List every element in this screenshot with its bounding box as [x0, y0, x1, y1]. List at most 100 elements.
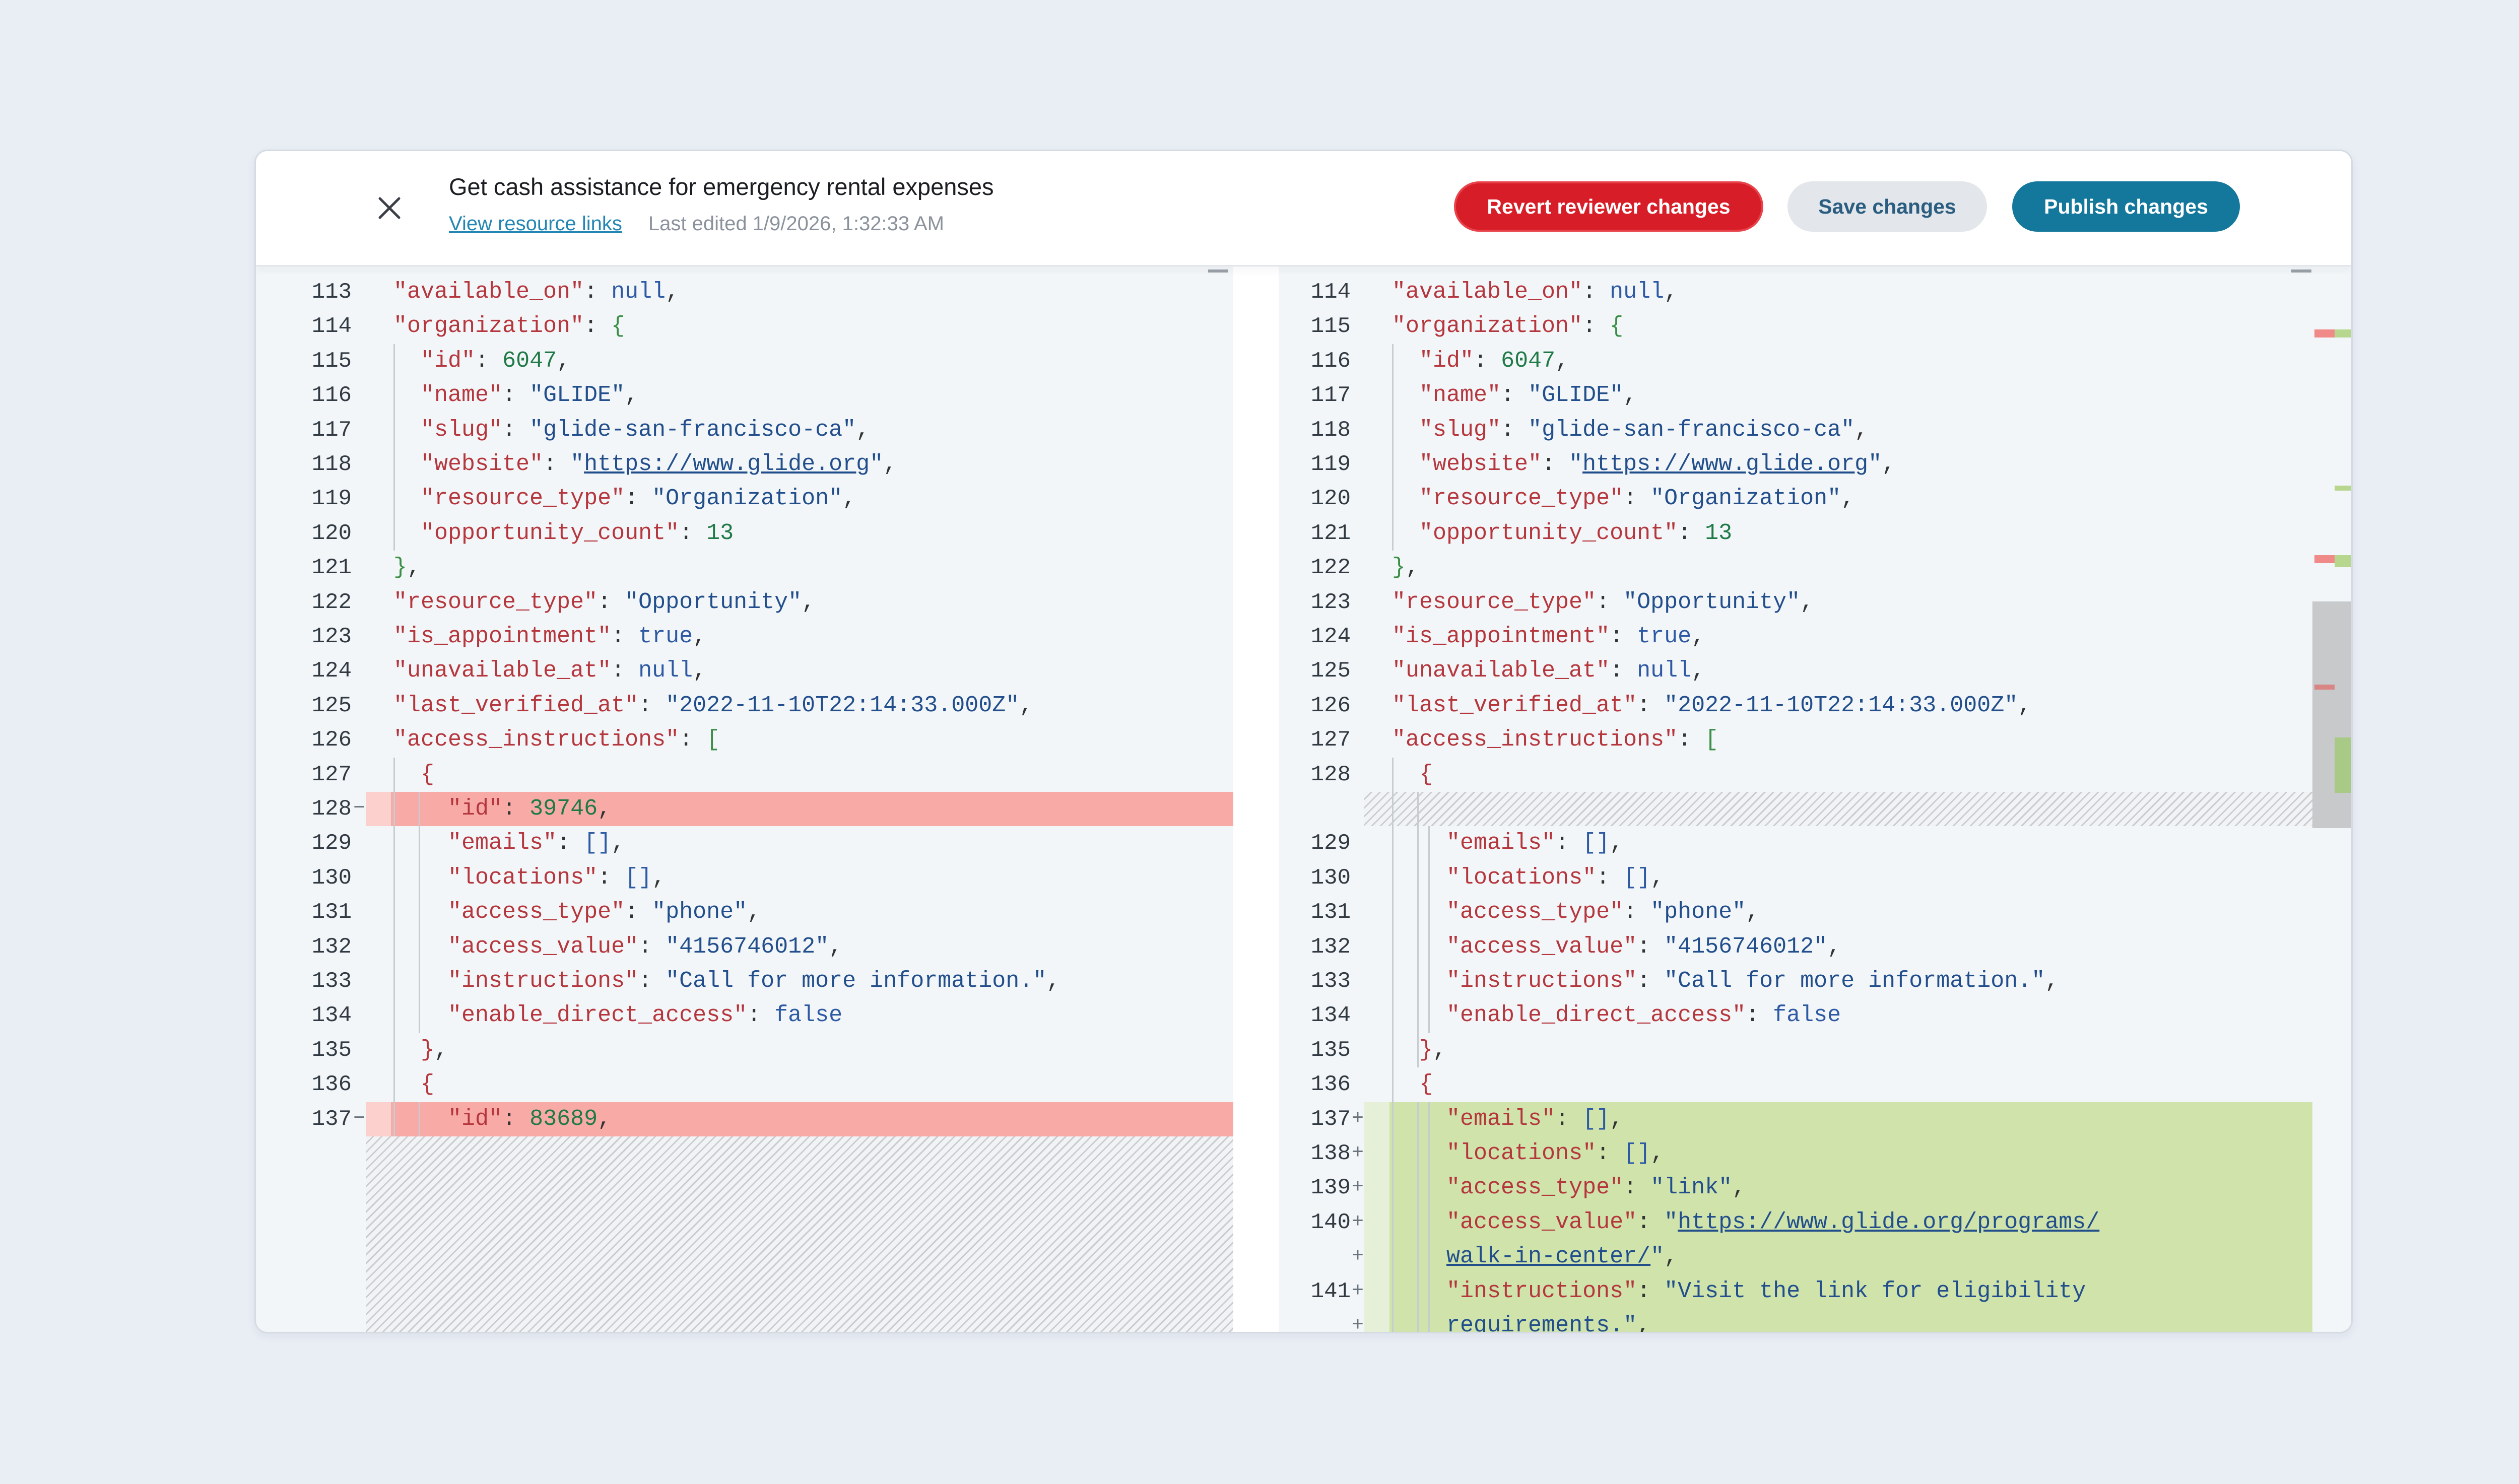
code-line[interactable]: "enable_direct_access": false: [393, 998, 842, 1033]
code-line[interactable]: "opportunity_count": 13: [1392, 516, 1732, 551]
code-line[interactable]: "available_on": null,: [393, 275, 679, 309]
code-line[interactable]: "instructions": "Call for more informati…: [393, 964, 1060, 998]
code-line[interactable]: "access_type": "phone",: [1392, 895, 1759, 929]
code-token: ,: [598, 796, 612, 822]
code-line[interactable]: "is_appointment": true,: [393, 620, 706, 654]
code-token: "Opportunity": [1623, 589, 1801, 615]
code-line[interactable]: "enable_direct_access": false: [1392, 998, 1841, 1033]
code-line[interactable]: "access_value": "4156746012",: [393, 930, 842, 964]
publish-changes-button[interactable]: Publish changes: [2012, 181, 2240, 232]
indent-guide: [393, 344, 395, 551]
code-line[interactable]: "emails": [],: [1392, 826, 1623, 860]
line-number: 125: [311, 693, 352, 718]
code-line[interactable]: "instructions": "Call for more informati…: [1392, 964, 2059, 998]
code-line[interactable]: "organization": {: [393, 309, 625, 344]
code-line[interactable]: "unavailable_at": null,: [1392, 654, 1705, 688]
code-line[interactable]: {: [1392, 758, 1433, 792]
code-line[interactable]: "access_instructions": [: [1392, 723, 1718, 757]
line-number: 128: [1310, 762, 1351, 787]
code-token: :: [1596, 864, 1624, 891]
original-code-pane[interactable]: 113 "available_on": null, 114 "organization…: [256, 266, 1233, 1332]
code-token: :: [1637, 968, 1665, 994]
url-link[interactable]: https://www.glide.org/programs/: [1678, 1209, 2099, 1235]
overview-scroll-thumb[interactable]: [2312, 601, 2351, 828]
code-line[interactable]: "access_instructions": [: [393, 723, 720, 757]
code-line[interactable]: {: [393, 758, 434, 792]
modified-code-pane[interactable]: 114 "available_on": null, 115 "organization…: [1279, 266, 2351, 1332]
code-line[interactable]: "id": 39746,: [393, 792, 611, 826]
code-line[interactable]: "is_appointment": true,: [1392, 620, 1705, 654]
code-line[interactable]: {: [1392, 1067, 1433, 1102]
url-link[interactable]: https://www.glide.org: [584, 451, 870, 477]
code-line[interactable]: "website": "https://www.glide.org",: [1392, 447, 1895, 482]
code-line[interactable]: },: [393, 551, 421, 585]
code-line[interactable]: "id": 6047,: [1392, 344, 1569, 378]
code-line[interactable]: "last_verified_at": "2022-11-10T22:14:33…: [1392, 689, 2031, 723]
code-token: ,: [1691, 658, 1705, 684]
code-line[interactable]: "access_type": "phone",: [393, 895, 761, 929]
scroll-indicator[interactable]: [1208, 269, 1228, 273]
indent-guide: [1417, 792, 1419, 1068]
line-number: 131: [1310, 900, 1351, 925]
code-token: ,: [1732, 1175, 1746, 1201]
view-resource-links-link[interactable]: View resource links: [449, 213, 622, 235]
pane-divider: [1233, 266, 1279, 1332]
code-line[interactable]: "locations": [],: [1392, 861, 1664, 895]
diff-overview-ruler[interactable]: [2312, 266, 2351, 1332]
code-line[interactable]: "access_value": "4156746012",: [1392, 930, 1841, 964]
code-line[interactable]: "website": "https://www.glide.org",: [393, 447, 897, 482]
code-line[interactable]: "id": 83689,: [393, 1102, 611, 1136]
code-line[interactable]: "name": "GLIDE",: [393, 378, 638, 413]
diff-gutter-cell: [1364, 1102, 1389, 1136]
scroll-indicator[interactable]: [2291, 269, 2311, 273]
code-token: 39746: [529, 796, 598, 822]
code-line[interactable]: "name": "GLIDE",: [1392, 378, 1637, 413]
code-token: "organization": [1392, 313, 1583, 340]
revert-reviewer-changes-button[interactable]: Revert reviewer changes: [1454, 181, 1763, 232]
code-line[interactable]: "emails": [],: [1392, 1102, 1623, 1136]
addition-marker: +: [1352, 1142, 1364, 1165]
overview-deletion-mark: [2314, 329, 2335, 338]
code-line[interactable]: "available_on": null,: [1392, 275, 1678, 309]
code-token: "access_value": [1446, 933, 1637, 960]
code-line[interactable]: "locations": [],: [1392, 1136, 1664, 1171]
code-line[interactable]: "resource_type": "Opportunity",: [1392, 585, 1814, 620]
code-line[interactable]: "last_verified_at": "2022-11-10T22:14:33…: [393, 689, 1033, 723]
code-line[interactable]: "access_value": "https://www.glide.org/p…: [1392, 1205, 2099, 1240]
code-line[interactable]: },: [1392, 551, 1419, 585]
code-token: "resource_type": [1392, 589, 1597, 615]
code-token: :: [502, 1106, 530, 1132]
code-token: ,: [557, 348, 571, 374]
code-line[interactable]: "resource_type": "Opportunity",: [393, 585, 815, 620]
code-token: :: [598, 864, 625, 891]
code-line[interactable]: "slug": "glide-san-francisco-ca",: [393, 413, 870, 447]
close-icon[interactable]: [373, 191, 406, 225]
code-line[interactable]: "opportunity_count": 13: [393, 516, 734, 551]
code-line[interactable]: },: [1392, 1033, 1446, 1067]
code-line[interactable]: },: [393, 1033, 448, 1067]
line-number: 116: [311, 383, 352, 409]
save-changes-button[interactable]: Save changes: [1787, 181, 1987, 232]
code-line[interactable]: "resource_type": "Organization",: [1392, 482, 1854, 516]
code-line[interactable]: walk-in-center/",: [1392, 1240, 1678, 1274]
code-line[interactable]: {: [393, 1067, 434, 1102]
code-line[interactable]: "organization": {: [1392, 309, 1623, 344]
code-line[interactable]: "resource_type": "Organization",: [393, 482, 856, 516]
code-line[interactable]: "unavailable_at": null,: [393, 654, 706, 688]
code-line[interactable]: "id": 6047,: [393, 344, 570, 378]
url-link[interactable]: https://www.glide.org: [1582, 451, 1868, 477]
line-number: 118: [311, 452, 352, 477]
code-line[interactable]: "emails": [],: [393, 826, 625, 860]
code-line[interactable]: "locations": [],: [393, 861, 666, 895]
code-line[interactable]: "instructions": "Visit the link for elig…: [1392, 1274, 2086, 1309]
url-link[interactable]: walk-in-center/: [1446, 1244, 1650, 1269]
code-line[interactable]: "slug": "glide-san-francisco-ca",: [1392, 413, 1868, 447]
code-line[interactable]: requirements.",: [1392, 1309, 1650, 1332]
overview-addition-mark: [2335, 737, 2351, 793]
code-line[interactable]: "access_type": "link",: [1392, 1171, 1746, 1205]
line-number: 121: [311, 555, 352, 581]
